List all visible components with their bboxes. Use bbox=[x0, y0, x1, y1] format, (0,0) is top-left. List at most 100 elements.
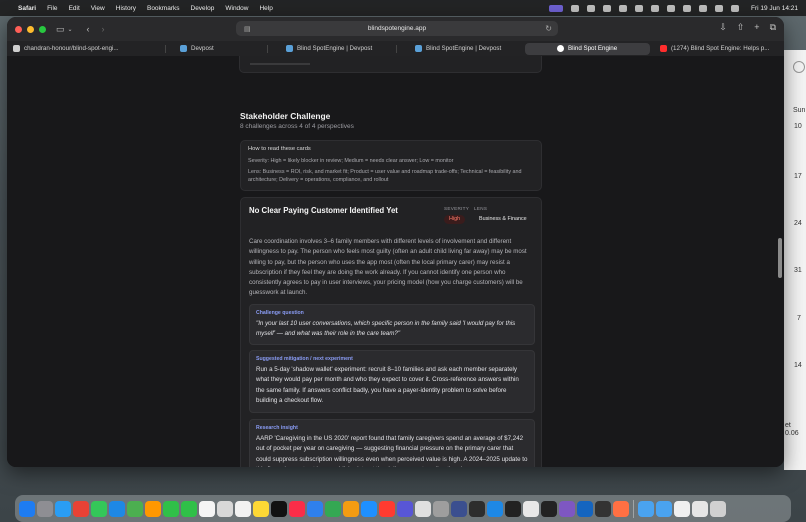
battery-icon[interactable] bbox=[683, 4, 692, 12]
status-icon[interactable] bbox=[651, 4, 660, 12]
calendar-label: 14 bbox=[794, 362, 802, 369]
calendar-icon[interactable] bbox=[199, 500, 215, 517]
page-scrollbar[interactable] bbox=[778, 238, 782, 278]
folder-icon[interactable] bbox=[638, 500, 654, 517]
status-icon[interactable] bbox=[603, 4, 612, 12]
devpost-favicon-icon bbox=[180, 45, 187, 52]
menubar-clock[interactable]: Fri 19 Jun 14:21 bbox=[751, 5, 798, 12]
tab-devpost[interactable]: Devpost bbox=[166, 43, 267, 55]
document-icon[interactable] bbox=[674, 500, 690, 517]
section-subtitle: 8 challenges across 4 of 4 perspectives bbox=[240, 123, 354, 130]
tab-label: Blind SpotEngine | Devpost bbox=[426, 45, 502, 52]
chrome-icon[interactable] bbox=[73, 500, 89, 517]
minimize-window-icon[interactable] bbox=[27, 25, 34, 33]
chevron-down-icon[interactable]: ⌄ bbox=[68, 26, 73, 33]
calendar-label: 17 bbox=[794, 173, 802, 180]
app-icon[interactable] bbox=[577, 500, 593, 517]
search-icon[interactable] bbox=[715, 4, 724, 12]
maps-icon[interactable] bbox=[127, 500, 143, 517]
tab-github[interactable]: chandran-honour/blind-spot-engi... bbox=[7, 43, 165, 55]
reload-icon[interactable]: ↻ bbox=[545, 24, 552, 33]
app-icon[interactable] bbox=[415, 500, 431, 517]
menu-history[interactable]: History bbox=[116, 5, 136, 12]
menu-bookmarks[interactable]: Bookmarks bbox=[147, 5, 180, 12]
github-favicon-icon bbox=[13, 45, 20, 52]
how-to-read-title: How to read these cards bbox=[248, 146, 311, 152]
reminders-icon[interactable] bbox=[235, 500, 251, 517]
tab-blind-spot-engine[interactable]: Blind Spot Engine bbox=[525, 42, 650, 55]
screen-share-icon[interactable] bbox=[549, 4, 564, 12]
menu-help[interactable]: Help bbox=[259, 5, 272, 12]
tab-label: Blind SpotEngine | Devpost bbox=[297, 45, 373, 52]
new-tab-icon[interactable]: + bbox=[754, 22, 759, 33]
wifi-icon[interactable] bbox=[699, 4, 708, 12]
mail-icon[interactable] bbox=[109, 500, 125, 517]
app-icon[interactable] bbox=[379, 500, 395, 517]
tab-devpost-project[interactable]: Blind SpotEngine | Devpost bbox=[397, 43, 525, 55]
tab-overview-icon[interactable]: ⧉ bbox=[770, 22, 776, 33]
mitigation-box: Suggested mitigation / next experiment R… bbox=[249, 350, 535, 413]
zoom-window-icon[interactable] bbox=[39, 25, 46, 33]
tab-devpost-project[interactable]: Blind SpotEngine | Devpost bbox=[268, 43, 396, 55]
tab-label: chandran-honour/blind-spot-engi... bbox=[24, 45, 119, 52]
finder-icon[interactable] bbox=[19, 500, 35, 517]
menu-view[interactable]: View bbox=[91, 5, 105, 12]
app-icon[interactable] bbox=[523, 500, 539, 517]
app-icon[interactable] bbox=[469, 500, 485, 517]
keynote-icon[interactable] bbox=[307, 500, 323, 517]
status-icon[interactable] bbox=[571, 4, 580, 12]
tab-youtube[interactable]: (1274) Blind Spot Engine: Helps p... bbox=[650, 43, 778, 55]
system-settings-icon[interactable] bbox=[433, 500, 449, 517]
facetime-icon[interactable] bbox=[163, 500, 179, 517]
tv-icon[interactable] bbox=[271, 500, 287, 517]
close-window-icon[interactable] bbox=[15, 25, 22, 33]
app-store-icon[interactable] bbox=[361, 500, 377, 517]
previous-card-text-line bbox=[250, 63, 310, 65]
menu-develop[interactable]: Develop bbox=[191, 5, 215, 12]
status-icon[interactable] bbox=[619, 4, 628, 12]
tab-label: (1274) Blind Spot Engine: Helps p... bbox=[671, 45, 770, 52]
menu-file[interactable]: File bbox=[47, 5, 57, 12]
challenge-card: No Clear Paying Customer Identified Yet … bbox=[240, 197, 542, 467]
app-icon[interactable] bbox=[451, 500, 467, 517]
vscode-icon[interactable] bbox=[487, 500, 503, 517]
address-bar[interactable]: ▤ blindspotengine.app ↻ bbox=[236, 21, 558, 36]
photos-icon[interactable] bbox=[145, 500, 161, 517]
app-icon[interactable] bbox=[613, 500, 629, 517]
status-icon[interactable] bbox=[667, 4, 676, 12]
menubar-status-area: Fri 19 Jun 14:21 bbox=[549, 4, 798, 12]
lens-legend: Lens: Business = ROI, risk, and market f… bbox=[248, 169, 522, 183]
contacts-icon[interactable] bbox=[217, 500, 233, 517]
menu-app-name[interactable]: Safari bbox=[18, 5, 36, 12]
document-icon[interactable] bbox=[692, 500, 708, 517]
pages-icon[interactable] bbox=[343, 500, 359, 517]
forward-icon[interactable]: › bbox=[102, 24, 105, 34]
menu-edit[interactable]: Edit bbox=[69, 5, 80, 12]
trash-icon[interactable] bbox=[710, 500, 726, 517]
music-icon[interactable] bbox=[289, 500, 305, 517]
status-icon[interactable] bbox=[635, 4, 644, 12]
app-icon[interactable] bbox=[595, 500, 611, 517]
downloads-folder-icon[interactable] bbox=[656, 500, 672, 517]
share-icon[interactable]: ⇧ bbox=[737, 22, 745, 33]
numbers-icon[interactable] bbox=[325, 500, 341, 517]
page-content[interactable]: Stakeholder Challenge 8 challenges acros… bbox=[7, 56, 784, 467]
menu-window[interactable]: Window bbox=[225, 5, 248, 12]
phone-icon[interactable] bbox=[181, 500, 197, 517]
app-icon[interactable] bbox=[559, 500, 575, 517]
back-icon[interactable]: ‹ bbox=[87, 24, 90, 34]
challenge-question-body: "In your last 10 user conversations, whi… bbox=[256, 320, 516, 338]
control-center-icon[interactable] bbox=[731, 4, 740, 12]
terminal-icon[interactable] bbox=[505, 500, 521, 517]
launchpad-icon[interactable] bbox=[37, 500, 53, 517]
sidebar-toggle-icon[interactable]: ▭ bbox=[56, 24, 65, 35]
app-icon[interactable] bbox=[397, 500, 413, 517]
page-menu-icon[interactable]: ▤ bbox=[244, 25, 251, 33]
site-favicon-icon bbox=[557, 45, 564, 52]
notes-icon[interactable] bbox=[253, 500, 269, 517]
safari-icon[interactable] bbox=[55, 500, 71, 517]
download-icon[interactable]: ⇩ bbox=[719, 22, 727, 33]
status-icon[interactable] bbox=[587, 4, 596, 12]
github-desktop-icon[interactable] bbox=[541, 500, 557, 517]
messages-icon[interactable] bbox=[91, 500, 107, 517]
